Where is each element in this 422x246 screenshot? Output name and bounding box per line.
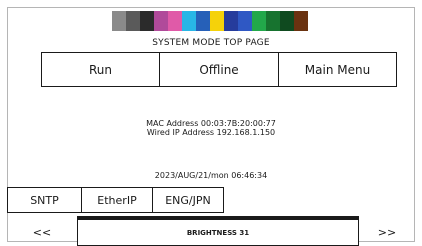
- color-swatch-9: [224, 11, 238, 31]
- page-title: SYSTEM MODE TOP PAGE: [152, 38, 270, 48]
- eng-jpn-button[interactable]: ENG/JPN: [152, 187, 224, 213]
- color-swatch-11: [252, 11, 266, 31]
- color-swatch-13: [280, 11, 294, 31]
- brightness-control[interactable]: BRIGHTNESS 31: [77, 216, 359, 246]
- color-swatch-2: [126, 11, 140, 31]
- color-swatch-12: [266, 11, 280, 31]
- color-swatch-bar: [112, 11, 308, 31]
- offline-button[interactable]: Offline: [159, 52, 279, 87]
- color-swatch-1: [112, 11, 126, 31]
- datetime-text: 2023/AUG/21/mon 06:46:34: [154, 171, 268, 180]
- ip-address-text: Wired IP Address 192.168.1.150: [146, 128, 276, 137]
- color-swatch-7: [196, 11, 210, 31]
- color-swatch-14: [294, 11, 308, 31]
- color-swatch-5: [168, 11, 182, 31]
- color-swatch-6: [182, 11, 196, 31]
- sntp-button[interactable]: SNTP: [7, 187, 82, 213]
- etherip-button[interactable]: EtherIP: [81, 187, 153, 213]
- color-swatch-4: [154, 11, 168, 31]
- next-page-button[interactable]: >>: [359, 219, 415, 246]
- color-swatch-10: [238, 11, 252, 31]
- run-button[interactable]: Run: [41, 52, 160, 87]
- color-swatch-3: [140, 11, 154, 31]
- main-menu-button[interactable]: Main Menu: [278, 52, 397, 87]
- prev-page-button[interactable]: <<: [7, 219, 77, 246]
- color-swatch-8: [210, 11, 224, 31]
